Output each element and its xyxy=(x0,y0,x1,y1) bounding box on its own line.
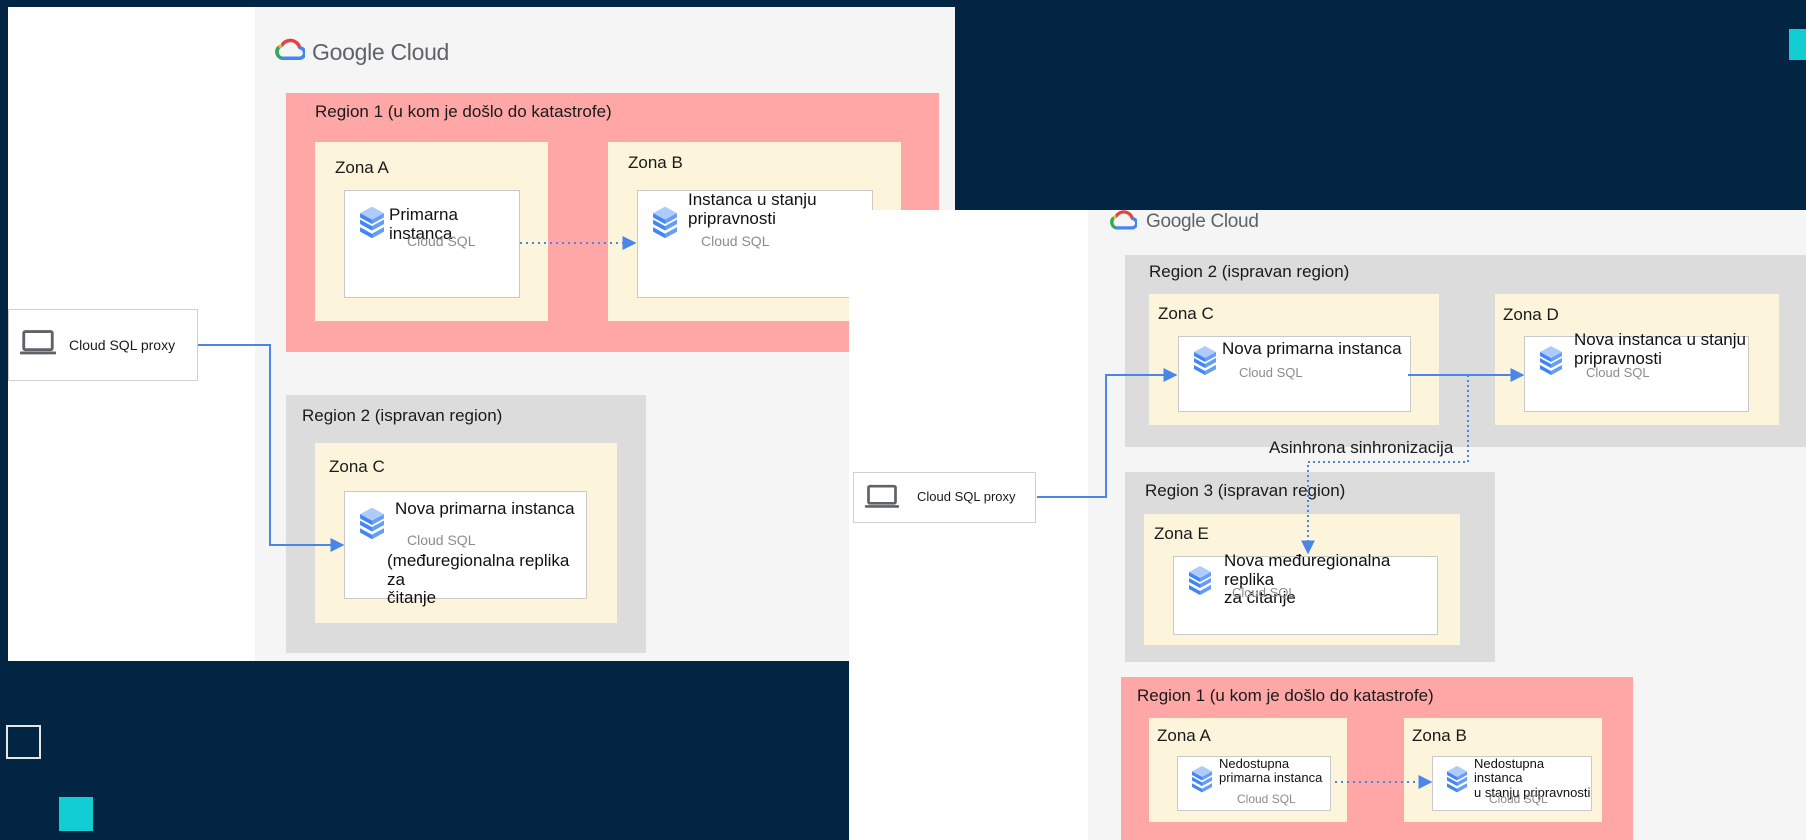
client-area xyxy=(849,210,1088,840)
cloud-sql-icon xyxy=(1539,345,1563,379)
zone-c: Zona C Nova primarna instanca Cloud SQL … xyxy=(315,443,617,623)
region-label: Region 1 (u kom je došlo do katastrofe) xyxy=(1137,686,1434,705)
after-diagram-panel: Google Cloud Region 2 (ispravan region) … xyxy=(849,210,1806,840)
google-cloud-wordmark: Google Cloud xyxy=(1146,211,1259,232)
zone-a: Zona A Primarna instanca Cloud SQL xyxy=(315,142,548,321)
service-name: Cloud SQL xyxy=(407,532,476,548)
decorative-square xyxy=(1789,29,1806,60)
laptop-icon xyxy=(864,483,900,511)
cloud-sql-icon xyxy=(1446,765,1468,796)
region-1-disaster: Region 1 (u kom je došlo do katastrofe) … xyxy=(1121,677,1633,840)
zone-label: Zona A xyxy=(335,158,389,177)
before-diagram-panel: Google Cloud Region 1 (u kom je došlo do… xyxy=(8,7,955,661)
google-cloud-logo-icon xyxy=(1110,210,1137,232)
cloud-sql-instance-card: Nedostupna primarna instanca Cloud SQL xyxy=(1177,756,1331,811)
cloud-sql-instance-card: Nova instanca u stanju pripravnosti Clou… xyxy=(1524,330,1749,412)
region-3-healthy: Region 3 (ispravan region) Zona E Nova m… xyxy=(1125,472,1495,662)
zone-a: Zona A Nedostupna primarna instanca Clou… xyxy=(1149,718,1347,822)
instance-name: Instanca u stanju pripravnosti xyxy=(688,190,817,228)
region-label: Region 2 (ispravan region) xyxy=(1149,262,1350,281)
service-name: Cloud SQL xyxy=(1489,792,1548,806)
zone-label: Zona C xyxy=(1158,304,1214,323)
service-name: Cloud SQL xyxy=(1237,792,1296,806)
decorative-square xyxy=(59,797,93,831)
cloud-sql-icon xyxy=(1193,345,1217,379)
cloud-sql-proxy-box: Cloud SQL proxy xyxy=(853,472,1036,523)
service-name: Cloud SQL xyxy=(1232,585,1296,600)
google-cloud-logo-icon xyxy=(275,37,305,63)
cloud-sql-icon xyxy=(1191,765,1213,796)
region-1-disaster: Region 1 (u kom je došlo do katastrofe) … xyxy=(286,93,939,352)
zone-label: Zona B xyxy=(1412,726,1467,745)
zone-c: Zona C Nova primarna instanca Cloud SQL xyxy=(1149,294,1439,425)
cloud-sql-icon xyxy=(1188,565,1212,599)
cloud-sql-proxy-box: Cloud SQL proxy xyxy=(8,309,198,381)
zone-label: Zona C xyxy=(329,457,385,476)
zone-e: Zona E Nova međuregionalna replika za či… xyxy=(1144,514,1460,645)
cloud-sql-instance-card: Nova primarna instanca Cloud SQL xyxy=(1178,336,1411,412)
cloud-sql-instance-card: Primarna instanca Cloud SQL xyxy=(344,190,520,298)
instance-name: Nova primarna instanca xyxy=(395,499,575,518)
service-name: Cloud SQL xyxy=(1239,365,1303,380)
zone-b: Zona B Nedostupna instanca u stanju prip… xyxy=(1404,718,1602,822)
service-name: Cloud SQL xyxy=(407,233,476,249)
zone-label: Zona D xyxy=(1503,305,1559,324)
proxy-label: Cloud SQL proxy xyxy=(917,489,1016,504)
laptop-icon xyxy=(19,328,57,358)
region-2-healthy: Region 2 (ispravan region) Zona C Nova p… xyxy=(286,395,646,653)
zone-label: Zona A xyxy=(1157,726,1211,745)
cloud-sql-instance-card: Nova primarna instanca Cloud SQL (međure… xyxy=(344,491,587,607)
async-sync-label: Asinhrona sinhronizacija xyxy=(1269,438,1454,457)
region-2-healthy: Region 2 (ispravan region) Zona C Nova p… xyxy=(1125,255,1806,447)
zone-d: Zona D Nova instanca u stanju pripravnos… xyxy=(1495,294,1779,425)
cloud-sql-icon xyxy=(359,506,385,544)
instance-note: (međuregionalna replika za čitanje xyxy=(387,551,570,608)
cloud-sql-instance-card: Nedostupna instanca u stanju pripravnost… xyxy=(1432,756,1592,811)
cloud-sql-icon xyxy=(359,205,385,243)
zone-label: Zona E xyxy=(1154,524,1209,543)
google-cloud-wordmark: Google Cloud xyxy=(312,39,450,65)
region-label: Region 2 (ispravan region) xyxy=(302,406,503,425)
service-name: Cloud SQL xyxy=(701,233,770,249)
region-label: Region 3 (ispravan region) xyxy=(1145,481,1346,500)
instance-name: Nova primarna instanca xyxy=(1222,339,1402,358)
cloud-sql-instance-card: Nova međuregionalna replika za čitanje C… xyxy=(1173,551,1438,635)
service-name: Cloud SQL xyxy=(1586,365,1650,380)
cloud-sql-instance-card: Instanca u stanju pripravnosti Cloud SQL xyxy=(637,190,873,298)
region-label: Region 1 (u kom je došlo do katastrofe) xyxy=(315,102,612,121)
cloud-sql-icon xyxy=(652,205,678,243)
zone-label: Zona B xyxy=(628,153,683,172)
decorative-square xyxy=(6,725,41,759)
proxy-label: Cloud SQL proxy xyxy=(69,337,176,353)
instance-name: Nedostupna primarna instanca xyxy=(1219,756,1323,786)
instance-name: Nova instanca u stanju pripravnosti xyxy=(1574,330,1746,368)
